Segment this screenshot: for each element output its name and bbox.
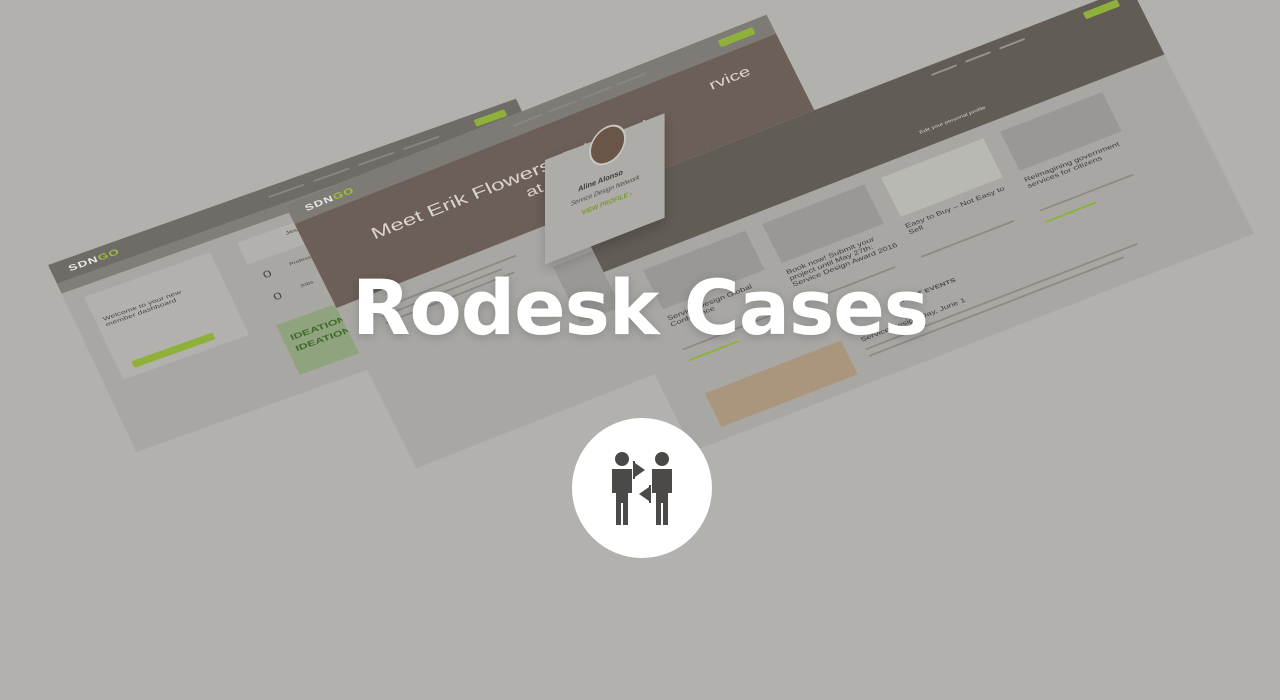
page-title: Rodesk Cases xyxy=(352,263,929,352)
two-people-flag-icon xyxy=(612,452,672,525)
logo-circle xyxy=(572,418,712,558)
scene: SDNGO Welcome to your new member dashboa… xyxy=(0,0,1280,700)
